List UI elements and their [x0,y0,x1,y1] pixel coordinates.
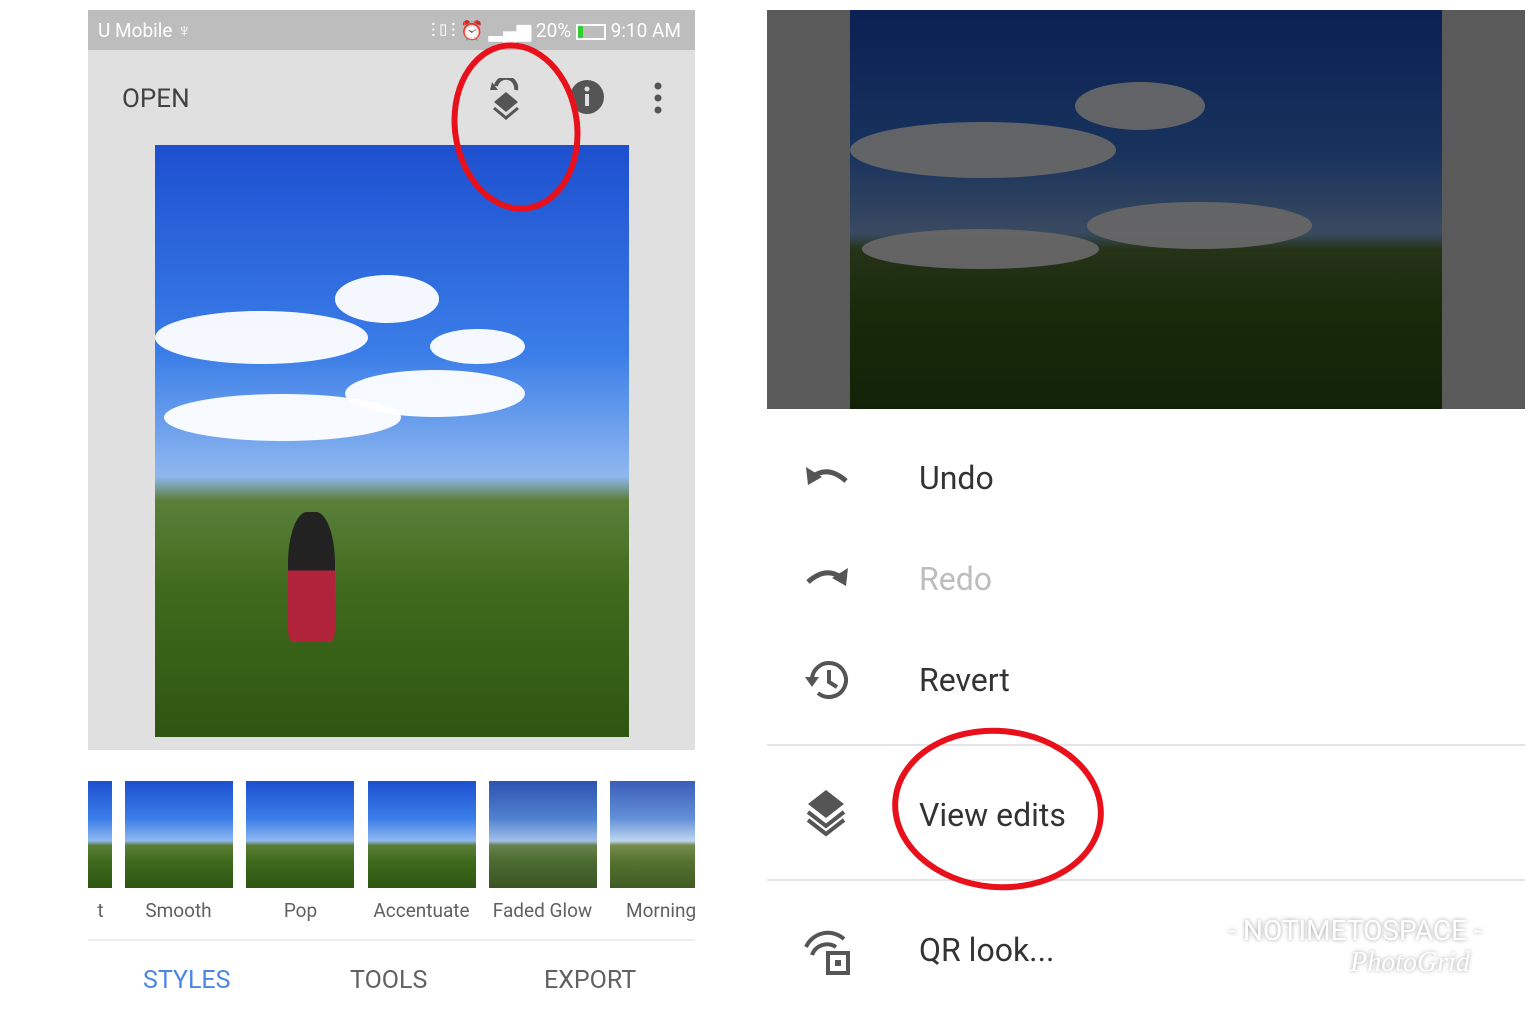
style-thumb-faded-glow[interactable] [489,781,597,888]
style-thumb[interactable] [88,781,112,888]
more-vert-icon[interactable] [652,82,664,114]
layers-icon [806,790,846,837]
style-label: Smooth [145,899,212,922]
menu-label: Revert [919,661,1010,699]
status-right: ⫶▯⫶ ⏰ ▂▄▆ 20% 9:10 AM [431,19,681,43]
tab-tools[interactable]: TOOLS [350,966,427,995]
battery-icon [575,23,606,40]
dimmed-photo [850,10,1442,409]
edited-photo [155,145,629,737]
style-label: Pop [283,899,318,922]
menu-label: Redo [919,560,992,598]
dimmed-canvas [767,10,1525,409]
style-thumb-smooth[interactable] [125,781,233,888]
clock: 9:10 AM [610,19,681,42]
divider [767,879,1525,881]
history-icon [805,661,848,699]
toolbar: OPEN [88,50,695,145]
watermark: - NOTIMETOSPACE - PhotoGrid [1200,914,1510,979]
menu-label: Undo [919,459,994,497]
style-label: Accentuate [373,899,470,922]
annotation-circle [885,719,1111,899]
image-canvas [88,145,695,750]
watermark-line2: PhotoGrid [1350,947,1470,978]
status-bar: U Mobile ♆ ⫶▯⫶ ⏰ ▂▄▆ 20% 9:10 AM [88,10,695,50]
undo-icon [806,467,848,485]
divider [767,744,1525,746]
carrier: U Mobile ♆ [98,19,192,42]
divider [88,939,695,941]
style-label: Faded Glow [492,899,593,922]
style-label: Morning [626,899,696,922]
style-thumb-accentuate[interactable] [368,781,476,888]
style-thumb-pop[interactable] [246,781,354,888]
status-indicators: ⫶▯⫶ ⏰ ▂▄▆ 20% [430,19,572,42]
style-thumb-morning[interactable] [610,781,695,888]
redo-icon [806,568,848,586]
tab-styles[interactable]: STYLES [143,966,231,995]
menu-label: QR look... [919,931,1055,969]
tab-export[interactable]: EXPORT [544,966,636,995]
open-button[interactable]: OPEN [122,84,190,114]
watermark-line1: - NOTIMETOSPACE - [1228,914,1482,947]
qr-look-icon [804,930,850,975]
